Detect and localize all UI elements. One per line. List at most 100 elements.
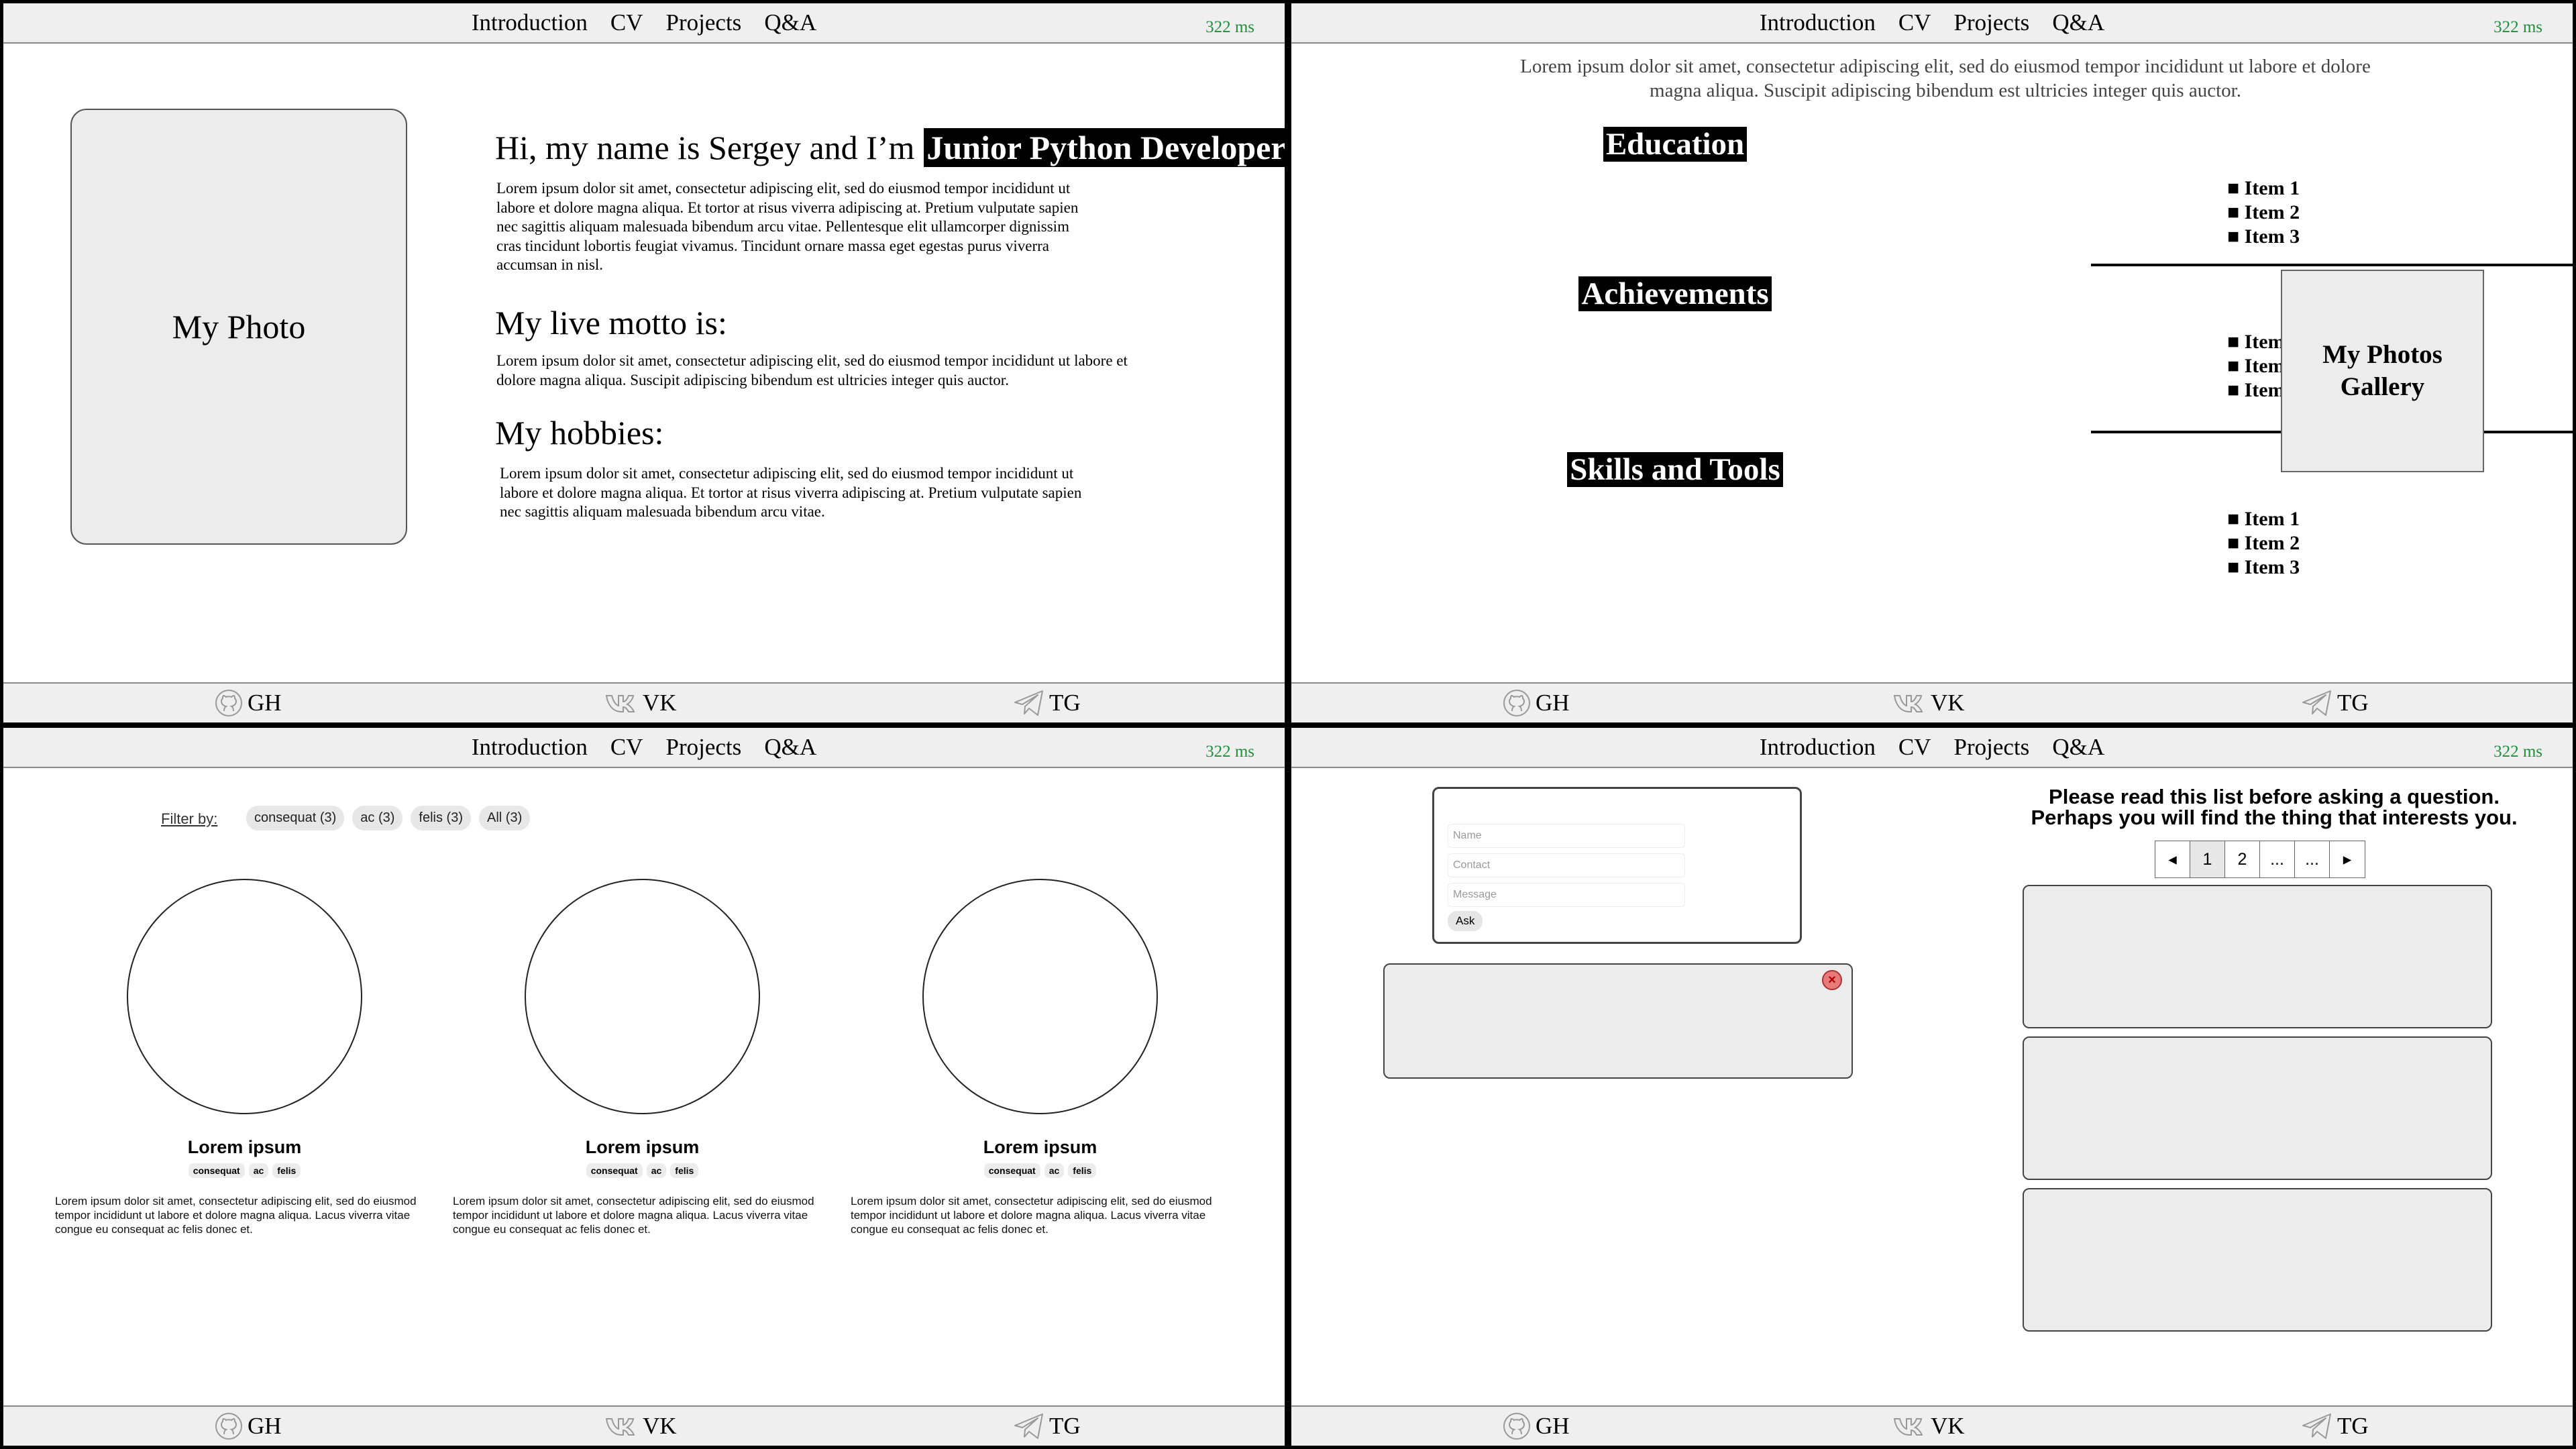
- education-list: Item 1 Item 2 Item 3: [2227, 176, 2300, 249]
- message-field[interactable]: Message: [1448, 883, 1685, 907]
- next-page-button[interactable]: ▸: [2330, 841, 2365, 877]
- list-item: Item 3: [2227, 225, 2300, 249]
- github-link[interactable]: GH: [214, 684, 282, 722]
- faq-item[interactable]: [2023, 1188, 2492, 1332]
- list-item: Item 1: [2227, 176, 2300, 201]
- ping-indicator: 322 ms: [2493, 743, 2542, 761]
- prev-page-button[interactable]: ◂: [2155, 841, 2190, 877]
- project-image: [922, 879, 1158, 1114]
- ping-indicator: 322 ms: [1205, 743, 1254, 761]
- skills-list: Item 1 Item 2 Item 3: [2227, 507, 2300, 580]
- cv-lead-text: Lorem ipsum dolor sit amet, consectetur …: [1520, 56, 2371, 101]
- nav-cv[interactable]: CV: [1898, 9, 1931, 36]
- footer: GH VK TG: [1291, 1405, 2573, 1446]
- ping-indicator: 322 ms: [2493, 18, 2542, 36]
- tag: ac: [646, 1163, 667, 1178]
- filter-chip-ac[interactable]: ac (3): [352, 806, 403, 830]
- filter-chip-felis[interactable]: felis (3): [411, 806, 471, 830]
- vk-icon: [605, 695, 635, 712]
- page-ellipsis[interactable]: ...: [2295, 841, 2330, 877]
- github-link[interactable]: GH: [1502, 684, 1570, 722]
- nav-introduction[interactable]: Introduction: [472, 734, 588, 761]
- filter-label: Filter by:: [161, 810, 218, 827]
- vk-link[interactable]: VK: [605, 684, 677, 722]
- github-link[interactable]: GH: [1502, 1407, 1570, 1446]
- hobbies-title: My hobbies:: [495, 414, 664, 451]
- telegram-link[interactable]: TG: [2301, 1407, 2369, 1446]
- tag: felis: [272, 1163, 301, 1178]
- faq-item[interactable]: [2023, 885, 2492, 1028]
- faq-item[interactable]: [2023, 1036, 2492, 1180]
- tag: felis: [1068, 1163, 1097, 1178]
- vk-label: VK: [1931, 1413, 1965, 1439]
- section-divider: [2091, 264, 2573, 266]
- project-description: Lorem ipsum dolor sit amet, consectetur …: [55, 1195, 417, 1236]
- motto-text: Lorem ipsum dolor sit amet, consectetur …: [496, 352, 1128, 388]
- nav-cv[interactable]: CV: [610, 734, 643, 761]
- telegram-icon: [2302, 690, 2331, 716]
- nav-introduction[interactable]: Introduction: [1760, 9, 1876, 36]
- nav-projects[interactable]: Projects: [1954, 734, 2030, 761]
- page-2-button[interactable]: 2: [2225, 841, 2260, 877]
- nav-projects[interactable]: Projects: [666, 9, 742, 36]
- nav-introduction[interactable]: Introduction: [472, 9, 588, 36]
- vk-label: VK: [643, 690, 677, 716]
- nav-cv[interactable]: CV: [610, 9, 643, 36]
- project-tags: consequat ac felis: [851, 1163, 1230, 1178]
- list-item: Item 3: [2227, 555, 2300, 580]
- faq-heading-line2: Perhaps you will find the thing that int…: [2031, 806, 2518, 829]
- vk-link[interactable]: VK: [1893, 1407, 1965, 1446]
- footer: GH VK TG: [3, 1405, 1285, 1446]
- ping-indicator: 322 ms: [1205, 18, 1254, 36]
- nav-qa[interactable]: Q&A: [2052, 9, 2104, 36]
- nav-qa[interactable]: Q&A: [2052, 734, 2104, 761]
- tag: consequat: [188, 1163, 245, 1178]
- project-description: Lorem ipsum dolor sit amet, consectetur …: [453, 1195, 814, 1236]
- project-title: Lorem ipsum: [187, 1137, 302, 1157]
- telegram-link[interactable]: TG: [1013, 684, 1081, 722]
- vk-link[interactable]: VK: [1893, 684, 1965, 722]
- top-nav: Introduction CV Projects Q&A 322 ms: [3, 728, 1285, 768]
- nav-projects[interactable]: Projects: [1954, 9, 2030, 36]
- nav-cv[interactable]: CV: [1898, 734, 1931, 761]
- faq-heading: Please read this list before asking a qu…: [2016, 786, 2532, 828]
- telegram-icon: [1014, 1413, 1043, 1439]
- github-icon: [1503, 1413, 1530, 1440]
- footer: GH VK TG: [3, 682, 1285, 722]
- github-label: GH: [248, 690, 282, 716]
- project-image: [525, 879, 760, 1114]
- telegram-label: TG: [1049, 1413, 1081, 1439]
- nav-introduction[interactable]: Introduction: [1760, 734, 1876, 761]
- nav-projects[interactable]: Projects: [666, 734, 742, 761]
- top-nav: Introduction CV Projects Q&A 322 ms: [1291, 728, 2573, 768]
- ask-button[interactable]: Ask: [1448, 911, 1483, 931]
- tag: ac: [248, 1163, 269, 1178]
- telegram-link[interactable]: TG: [1013, 1407, 1081, 1446]
- faq-heading-line1: Please read this list before asking a qu…: [2049, 785, 2500, 808]
- project-title: Lorem ipsum: [983, 1137, 1097, 1157]
- close-icon[interactable]: ×: [1822, 970, 1842, 990]
- filter-chip-consequat[interactable]: consequat (3): [246, 806, 345, 830]
- github-link[interactable]: GH: [214, 1407, 282, 1446]
- nav-qa[interactable]: Q&A: [764, 9, 816, 36]
- contact-field[interactable]: Contact: [1448, 853, 1685, 877]
- motto-title: My live motto is:: [495, 304, 727, 341]
- footer: GH VK TG: [1291, 682, 2573, 722]
- photo-placeholder: My Photo: [70, 109, 407, 545]
- hobbies-text: Lorem ipsum dolor sit amet, consectetur …: [500, 465, 1082, 520]
- section-title-education: Education: [1291, 126, 2316, 162]
- filter-chip-all[interactable]: All (3): [479, 806, 531, 830]
- telegram-label: TG: [2337, 690, 2369, 716]
- vk-link[interactable]: VK: [605, 1407, 677, 1446]
- page-ellipsis[interactable]: ...: [2260, 841, 2295, 877]
- telegram-link[interactable]: TG: [2301, 684, 2369, 722]
- photo-gallery-button[interactable]: My Photos Gallery: [2281, 270, 2484, 472]
- section-title-skills: Skills and Tools: [1291, 451, 2316, 488]
- tag: ac: [1044, 1163, 1065, 1178]
- telegram-icon: [1014, 690, 1043, 716]
- top-nav: Introduction CV Projects Q&A 322 ms: [3, 3, 1285, 44]
- name-field[interactable]: Name: [1448, 824, 1685, 848]
- nav-qa[interactable]: Q&A: [764, 734, 816, 761]
- cv-panel: Introduction CV Projects Q&A 322 ms Lore…: [1291, 3, 2573, 722]
- page-1-button[interactable]: 1: [2190, 841, 2225, 877]
